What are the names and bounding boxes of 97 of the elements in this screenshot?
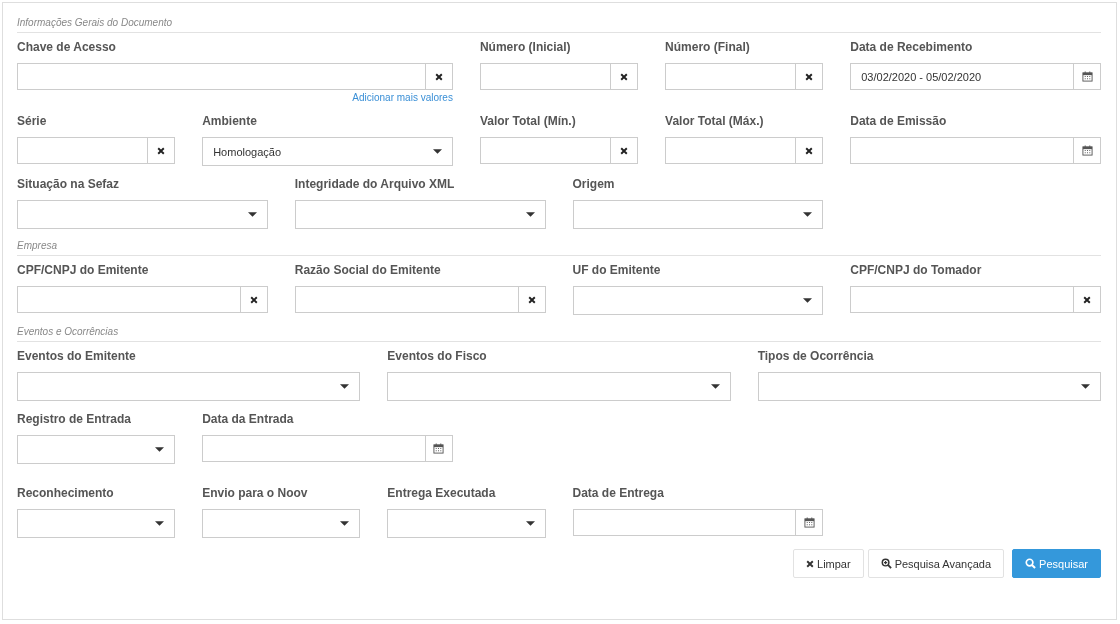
clear-button[interactable] xyxy=(1073,286,1101,313)
calendar-button[interactable] xyxy=(424,435,453,462)
field-label: Valor Total (Máx.) xyxy=(665,114,765,128)
clear-button[interactable] xyxy=(795,63,824,90)
dropdown-field[interactable] xyxy=(387,372,731,401)
clear-button[interactable] xyxy=(517,286,546,313)
zoom-in-icon xyxy=(880,558,892,569)
field-label: Entrega Executada xyxy=(387,486,497,500)
close-icon xyxy=(157,146,166,155)
field-label: Razão Social do Emitente xyxy=(294,263,442,277)
field-label: Origem xyxy=(572,177,616,191)
field-label: Valor Total (Mín.) xyxy=(479,114,577,128)
input-field[interactable] xyxy=(665,137,796,164)
dropdown-field[interactable]: Homologação xyxy=(202,137,453,166)
calendar-icon xyxy=(1081,71,1093,82)
field-label: Série xyxy=(17,114,48,128)
input-field[interactable] xyxy=(294,286,518,313)
field-label: CPF/CNPJ do Emitente xyxy=(17,263,150,277)
field-label: Integridade do Arquivo XML xyxy=(294,177,456,191)
caret-icon xyxy=(155,447,165,452)
clear-button[interactable] xyxy=(610,63,639,90)
caret-icon xyxy=(247,212,257,217)
clear-button[interactable] xyxy=(424,63,453,90)
dropdown-field[interactable] xyxy=(17,200,268,229)
dropdown-field[interactable] xyxy=(387,509,546,538)
dropdown-field[interactable] xyxy=(17,435,176,464)
calendar-button[interactable] xyxy=(795,509,824,536)
field-label: Data de Recebimento xyxy=(850,40,974,54)
caret-icon xyxy=(340,384,350,389)
field-label: Envio para o Noov xyxy=(202,486,309,500)
field-label: Data de Entrega xyxy=(572,486,665,500)
clear-button[interactable] xyxy=(795,137,824,164)
close-icon xyxy=(620,146,629,155)
field-label: Reconhecimento xyxy=(17,486,115,500)
input-field[interactable] xyxy=(479,63,611,90)
input-field[interactable] xyxy=(850,137,1073,164)
input-field[interactable] xyxy=(202,435,425,462)
close-icon xyxy=(1083,295,1091,304)
field-label: Tipos de Ocorrência xyxy=(757,349,875,363)
input-field[interactable] xyxy=(17,63,425,90)
calendar-button[interactable] xyxy=(1073,63,1101,90)
dropdown-field[interactable] xyxy=(572,200,824,229)
field-label: Número (Inicial) xyxy=(479,40,572,54)
field-label: Eventos do Emitente xyxy=(17,349,137,363)
search-icon xyxy=(1025,558,1037,569)
caret-icon xyxy=(1081,384,1090,389)
caret-icon xyxy=(155,521,165,526)
close-icon xyxy=(527,295,536,304)
section-legend: Eventos e Ocorrências xyxy=(17,326,1101,342)
input-field[interactable] xyxy=(17,286,240,313)
dropdown-field[interactable] xyxy=(294,200,546,229)
field-label: Ambiente xyxy=(202,114,258,128)
clear-filters-button[interactable]: Limpar xyxy=(793,549,864,578)
caret-icon xyxy=(710,384,720,389)
advanced-search-button[interactable]: Pesquisa Avançada xyxy=(867,549,1005,578)
clear-button[interactable] xyxy=(610,137,639,164)
input-field[interactable]: 03/02/2020 - 05/02/2020 xyxy=(850,63,1073,90)
field-label: Data de Emissão xyxy=(850,114,948,128)
calendar-icon xyxy=(1081,145,1093,156)
dropdown-field[interactable] xyxy=(757,372,1101,401)
caret-icon xyxy=(803,298,813,303)
dropdown-field[interactable] xyxy=(17,372,361,401)
calendar-button[interactable] xyxy=(1073,137,1101,164)
input-field[interactable] xyxy=(665,63,796,90)
dropdown-field[interactable] xyxy=(17,509,176,538)
field-label: Número (Final) xyxy=(665,40,751,54)
field-label: Data da Entrada xyxy=(202,412,295,426)
field-label: Chave de Acesso xyxy=(17,40,117,54)
close-icon xyxy=(805,72,814,81)
input-field[interactable] xyxy=(572,509,796,536)
add-values-link[interactable]: Adicionar mais valores xyxy=(352,92,453,103)
input-field[interactable] xyxy=(850,286,1073,313)
close-icon xyxy=(434,72,443,81)
caret-icon xyxy=(432,149,442,154)
caret-icon xyxy=(525,212,535,217)
field-label: CPF/CNPJ do Tomador xyxy=(850,263,983,277)
input-field[interactable] xyxy=(479,137,611,164)
close-icon xyxy=(620,72,629,81)
calendar-icon xyxy=(803,517,815,528)
calendar-icon xyxy=(433,443,445,454)
close-icon xyxy=(805,146,814,155)
field-label: Eventos do Fisco xyxy=(387,349,488,363)
section-legend: Empresa xyxy=(17,240,1101,256)
dropdown-field[interactable] xyxy=(572,286,824,315)
clear-button[interactable] xyxy=(147,137,176,164)
field-label: UF do Emitente xyxy=(572,263,662,277)
field-label: Registro de Entrada xyxy=(17,412,133,426)
clear-button[interactable] xyxy=(239,286,268,313)
field-label: Situação na Sefaz xyxy=(17,177,121,191)
dropdown-field[interactable] xyxy=(202,509,361,538)
section-legend: Informações Gerais do Documento xyxy=(17,17,1101,33)
close-icon xyxy=(806,559,814,568)
input-field[interactable] xyxy=(17,137,148,164)
caret-icon xyxy=(525,521,535,526)
caret-icon xyxy=(803,212,813,217)
close-icon xyxy=(249,295,258,304)
caret-icon xyxy=(340,521,350,526)
